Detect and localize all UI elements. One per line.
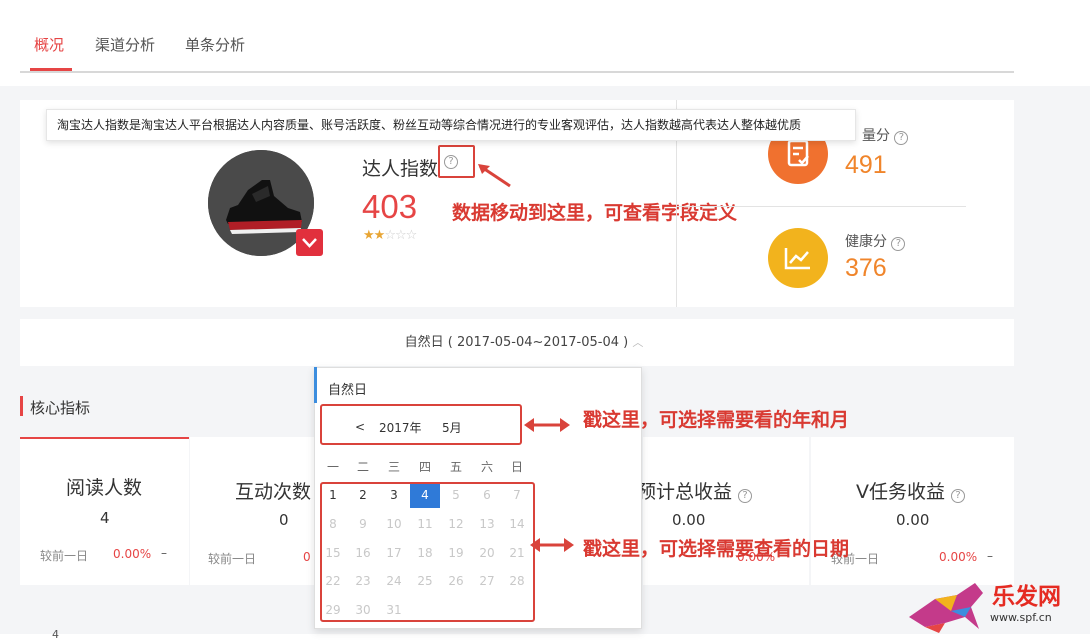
- date-range-selector[interactable]: 自然日 ( 2017-05-04~2017-05-04 ) ︿: [20, 319, 1014, 366]
- health-score-value: 376: [845, 254, 887, 282]
- metric-value: 4: [100, 509, 110, 527]
- question-circle-icon[interactable]: ?: [738, 489, 753, 503]
- year-month-highlight-box: [320, 404, 522, 445]
- tab-channel-analysis[interactable]: 渠道分析: [95, 34, 155, 55]
- card-divider-horizontal: [676, 206, 966, 207]
- watermark-url: www.spf.cn: [990, 611, 1052, 624]
- weekday-label: 日: [510, 460, 523, 474]
- metric-title: 预计总收益 ?: [637, 477, 753, 504]
- chart-axis-value: 4: [52, 628, 59, 640]
- core-metrics-title: 核心指标: [30, 399, 91, 417]
- weekday-label: 四: [418, 460, 431, 474]
- tab-overview[interactable]: 概况: [34, 34, 64, 55]
- metric-value: 0.00: [672, 511, 706, 529]
- date-range-bar[interactable]: 自然日 ( 2017-05-04~2017-05-04 ) ︿: [20, 319, 1014, 366]
- watermark-text: 乐发网: [992, 583, 1061, 610]
- metric-dash: –: [161, 546, 167, 560]
- metric-card-v-task-revenue[interactable]: V任务收益 ? 0.00 较前一日 0.00% –: [811, 437, 1014, 585]
- weekday-label: 一: [326, 460, 339, 474]
- tabs-divider: [20, 71, 1014, 73]
- star-empty-icon: ☆☆☆: [384, 228, 417, 243]
- annotation-dates: 戳这里，可选择需要查看的日期: [583, 538, 850, 560]
- verified-badge-icon: [296, 229, 323, 256]
- health-score-label: 健康分 ?: [845, 231, 906, 251]
- question-circle-icon[interactable]: ?: [891, 237, 906, 251]
- content-score-value: 491: [845, 151, 887, 179]
- talent-index-value: 403: [362, 188, 418, 225]
- star-rating: ★★☆☆☆: [363, 228, 417, 243]
- metric-card-interactions[interactable]: 互动次数 0 较前一日 0: [190, 437, 314, 585]
- metric-title: 阅读人数: [66, 477, 143, 499]
- metric-title: 互动次数: [235, 481, 312, 503]
- calendar-type-label[interactable]: 自然日: [328, 379, 367, 398]
- section-marker: [20, 396, 23, 416]
- metric-title: V任务收益 ?: [856, 477, 966, 504]
- trend-chart-icon: [768, 228, 828, 288]
- calendar-type-accent: [314, 367, 317, 403]
- metric-compare-label: 较前一日: [40, 549, 89, 563]
- metric-dash: –: [987, 549, 993, 563]
- double-arrow-icon: [524, 418, 570, 432]
- tab-single-analysis[interactable]: 单条分析: [185, 34, 245, 55]
- metric-compare-label: 较前一日: [208, 552, 257, 566]
- chevron-up-icon: ︿: [632, 336, 644, 349]
- dates-highlight-box: [320, 482, 535, 622]
- field-definition-tooltip: 淘宝达人指数是淘宝达人平台根据达人内容质量、账号活跃度、粉丝互动等综合情况进行的…: [46, 109, 856, 141]
- annotation-hover-help: 数据移动到这里，可查看字段定义: [452, 202, 738, 224]
- annotation-year-month: 戳这里，可选择需要看的年和月: [583, 409, 850, 431]
- metric-change-pct: 0.00%: [113, 547, 152, 561]
- double-arrow-icon: [530, 538, 574, 552]
- metric-change-pct: 0: [303, 550, 311, 564]
- metric-value: 0: [279, 511, 289, 529]
- question-circle-icon[interactable]: ?: [894, 131, 909, 145]
- help-highlight-box: [438, 145, 475, 178]
- weekday-label: 二: [356, 460, 369, 474]
- star-filled-icon: ★★: [363, 228, 385, 243]
- metric-change-pct: 0.00%: [939, 550, 978, 564]
- metric-card-est-revenue[interactable]: 预计总收益 ? 0.00 0.00%: [637, 437, 809, 585]
- active-tab-indicator: [30, 68, 72, 71]
- weekday-label: 六: [480, 460, 493, 474]
- metric-card-reads[interactable]: 阅读人数 4 较前一日 0.00% –: [20, 437, 189, 585]
- annotation-arrow-icon: [478, 164, 511, 188]
- weekday-label: 三: [387, 460, 400, 474]
- weekday-label: 五: [449, 460, 462, 474]
- question-circle-icon[interactable]: ?: [951, 489, 966, 503]
- content-score-label: 量分 ?: [862, 125, 909, 145]
- talent-index-label: 达人指数: [362, 158, 439, 180]
- metric-value: 0.00: [896, 511, 930, 529]
